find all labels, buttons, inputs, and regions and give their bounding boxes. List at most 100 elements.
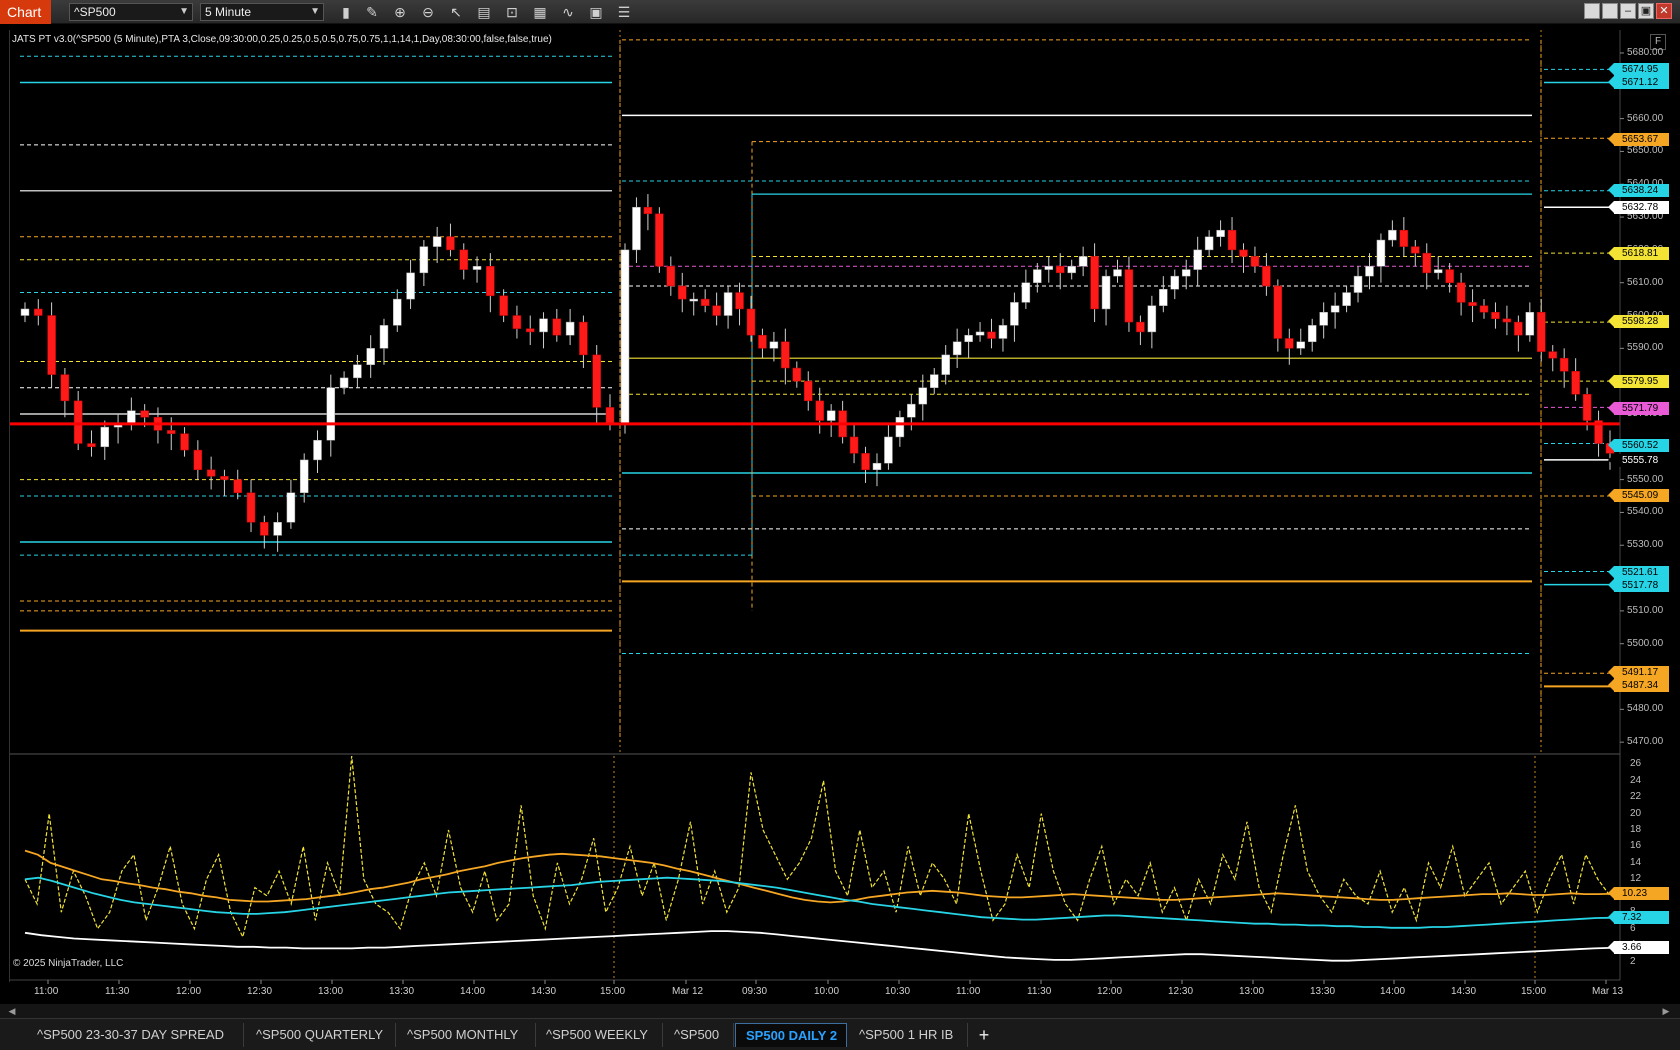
price-tag: 5555.78 xyxy=(1608,454,1669,468)
indicator-label[interactable]: JATS PT v3.0(^SP500 (5 Minute),PTA 3,Clo… xyxy=(12,34,552,45)
candle-up xyxy=(1330,305,1340,313)
candle-down xyxy=(206,469,216,477)
price-tick-label: 5550.00 xyxy=(1627,473,1664,485)
tab-quarterly[interactable]: ^SP500 QUARTERLY xyxy=(246,1023,396,1047)
candle-up xyxy=(472,266,482,270)
candle-up xyxy=(127,410,136,425)
candle-down xyxy=(792,367,802,382)
candle-down xyxy=(60,374,70,402)
candle-up xyxy=(1147,305,1157,333)
candle-up xyxy=(1159,289,1168,306)
indicator-value-tag: 10.23 xyxy=(1608,887,1669,901)
copyright-text: © 2025 NinjaTrader, LLC xyxy=(13,958,124,969)
candle-down xyxy=(1399,229,1409,247)
candle-up xyxy=(929,374,939,388)
candle-down xyxy=(525,328,535,333)
candle-up xyxy=(1319,311,1328,326)
candle-down xyxy=(1548,351,1557,359)
tab-1hr-ib[interactable]: ^SP500 1 HR IB xyxy=(849,1023,968,1047)
candle-up xyxy=(432,236,442,247)
lower-tick-label: 14 xyxy=(1630,856,1642,868)
tab-weekly[interactable]: ^SP500 WEEKLY xyxy=(536,1023,663,1047)
candle-up xyxy=(286,492,296,523)
candle-down xyxy=(804,380,813,402)
price-tick-label: 5470.00 xyxy=(1627,736,1664,748)
candle-down xyxy=(987,331,996,339)
add-tab-button[interactable]: + xyxy=(972,1023,996,1047)
candle-up xyxy=(998,325,1008,339)
candle-down xyxy=(1456,282,1466,303)
scroll-left-icon[interactable]: ◀ xyxy=(6,1004,18,1018)
lower-tick-label: 26 xyxy=(1630,758,1642,770)
candle-up xyxy=(273,522,282,536)
candle-up xyxy=(975,331,985,336)
lower-tick-label: 18 xyxy=(1630,824,1642,835)
candle-up xyxy=(689,298,698,302)
horizontal-scrollbar[interactable]: ◀ ▶ xyxy=(0,1004,1680,1018)
candle-down xyxy=(73,400,83,444)
price-chart[interactable] xyxy=(0,0,1680,1004)
candle-up xyxy=(1525,311,1535,336)
candle-up xyxy=(339,377,349,388)
tab-day-spread[interactable]: ^SP500 23-30-37 DAY SPREAD xyxy=(27,1023,244,1047)
candle-up xyxy=(1067,266,1076,274)
candle-up xyxy=(1033,269,1042,283)
candle-down xyxy=(167,430,176,434)
candle-up xyxy=(1342,292,1351,306)
tab-monthly[interactable]: ^SP500 MONTHLY xyxy=(397,1023,536,1047)
candle-up xyxy=(723,292,733,316)
lower-series-2 xyxy=(24,876,1611,929)
scroll-right-icon[interactable]: ▶ xyxy=(1660,1004,1672,1018)
candle-down xyxy=(1502,318,1512,323)
candle-up xyxy=(1101,275,1111,310)
time-tick-label: 11:30 xyxy=(1027,986,1052,997)
time-tick-label: 12:30 xyxy=(247,986,273,997)
candle-up xyxy=(1113,269,1122,277)
candle-up xyxy=(1296,341,1306,349)
time-tick-label: 12:00 xyxy=(176,986,202,997)
price-tag: 5618.81 xyxy=(1608,247,1669,261)
candle-up xyxy=(769,341,779,349)
candle-down xyxy=(47,315,56,375)
price-tag: 5545.09 xyxy=(1608,489,1669,503)
price-tick-label: 5510.00 xyxy=(1627,604,1664,616)
candle-down xyxy=(499,295,508,316)
price-tick-label: 5590.00 xyxy=(1627,342,1664,354)
price-tag: 5571.79 xyxy=(1608,401,1669,415)
candle-up xyxy=(539,318,548,333)
price-tick-label: 5680.00 xyxy=(1627,46,1664,58)
time-tick-label: 14:30 xyxy=(1451,986,1477,997)
candle-up xyxy=(826,410,836,421)
candle-up xyxy=(1307,325,1317,343)
candle-up xyxy=(895,417,905,438)
candle-down xyxy=(666,266,676,287)
candle-down xyxy=(1227,229,1237,251)
candle-down xyxy=(1250,256,1260,267)
candle-down xyxy=(1262,266,1271,287)
candle-down xyxy=(486,266,495,297)
candle-down xyxy=(1559,357,1569,372)
price-tag: 5521.61 xyxy=(1608,566,1669,580)
time-tick-label: 12:00 xyxy=(1097,986,1123,997)
candle-down xyxy=(1491,311,1500,320)
candle-down xyxy=(180,433,189,451)
time-tick-label: 09:30 xyxy=(742,986,768,997)
candle-up xyxy=(1388,229,1397,241)
candle-up xyxy=(366,348,375,365)
time-tick-label: 14:00 xyxy=(460,986,486,997)
time-tick-label: 13:00 xyxy=(318,986,344,997)
candle-down xyxy=(849,436,859,454)
candle-up xyxy=(1376,239,1386,267)
time-tick-label: 14:00 xyxy=(1380,986,1406,997)
price-tag: 5653.67 xyxy=(1608,132,1669,146)
candle-up xyxy=(620,249,630,425)
tab-sp500-daily-2[interactable]: SP500 DAILY 2 xyxy=(735,1023,847,1047)
candle-down xyxy=(1239,249,1248,257)
price-tag: 5638.24 xyxy=(1608,183,1669,197)
time-tick-label: Mar 13 xyxy=(1592,986,1624,997)
candle-up xyxy=(419,246,429,274)
candle-up xyxy=(353,364,362,379)
tab-sp500[interactable]: ^SP500 xyxy=(664,1023,734,1047)
candle-up xyxy=(565,321,575,336)
candle-down xyxy=(1411,246,1420,254)
